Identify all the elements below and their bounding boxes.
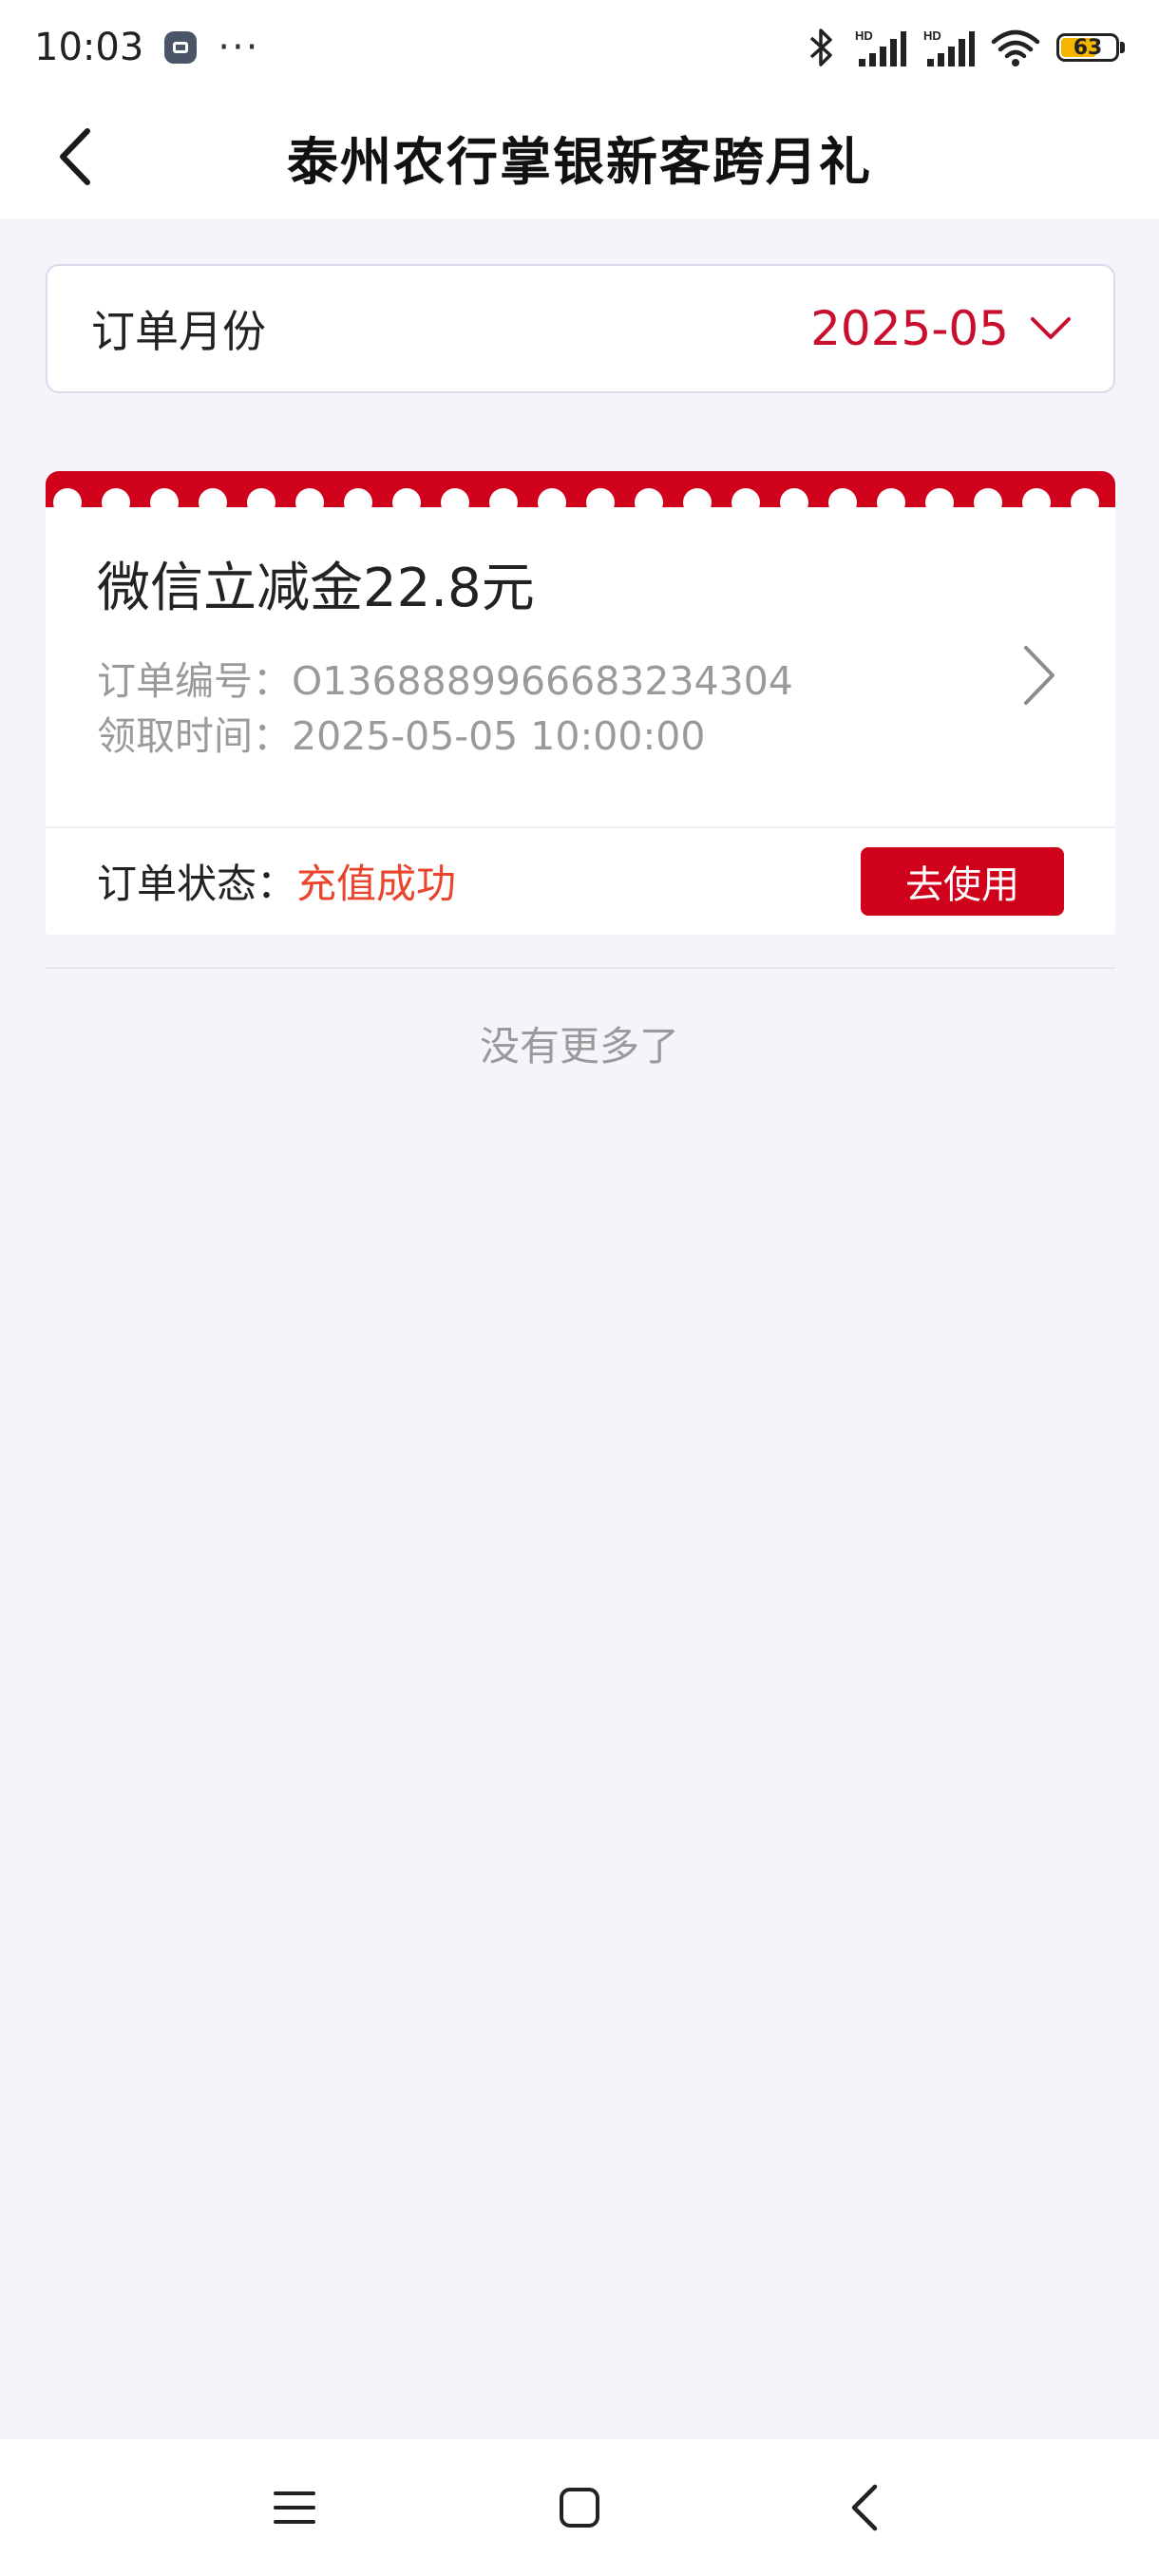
nav-header: 泰州农行掌银新客跨月礼 <box>0 95 1159 218</box>
band-scallop <box>102 488 130 517</box>
card-divider <box>46 826 1115 828</box>
band-scallop <box>683 488 712 517</box>
battery-icon: 63 <box>1056 33 1119 62</box>
band-scallop <box>877 488 905 517</box>
chevron-left-icon <box>60 128 90 185</box>
band-scallop <box>441 488 469 517</box>
order-number-row: 订单编号： O1368889966683234304 <box>97 653 793 709</box>
band-scallop <box>780 488 808 517</box>
order-number-value: O1368889966683234304 <box>292 658 793 704</box>
claim-time-value: 2025-05-05 10:00:00 <box>292 713 706 759</box>
card-decorative-band <box>46 471 1115 517</box>
home-icon <box>560 2488 599 2528</box>
band-scallop <box>1071 488 1099 517</box>
chevron-right-icon[interactable] <box>1013 642 1060 709</box>
month-label: 订单月份 <box>91 306 266 357</box>
band-scallop <box>150 488 179 517</box>
band-scallop <box>295 488 324 517</box>
order-status-value: 充值成功 <box>296 860 457 907</box>
order-info: 订单编号： O1368889966683234304 领取时间： 2025-05… <box>97 653 793 764</box>
signal-hd-icon: HD <box>855 28 906 66</box>
battery-level: 63 <box>1073 35 1103 60</box>
claim-time-label: 领取时间： <box>97 713 292 759</box>
month-value: 2025-05 <box>810 301 1009 356</box>
order-status: 订单状态： 充值成功 <box>97 847 456 914</box>
status-time: 10:03 <box>34 26 144 69</box>
signal-hd-icon: HD <box>923 28 975 66</box>
card-band-scallops <box>46 488 1115 517</box>
battery-group: 63 <box>1056 33 1125 62</box>
use-button[interactable]: 去使用 <box>861 847 1064 916</box>
list-end-text: 没有更多了 <box>479 1023 679 1070</box>
band-scallop <box>53 488 82 517</box>
band-scallop <box>199 488 227 517</box>
band-scallop <box>635 488 663 517</box>
signal-label: HD <box>855 28 873 43</box>
band-scallop <box>828 488 857 517</box>
bluetooth-icon <box>809 28 832 66</box>
band-scallop <box>538 488 566 517</box>
list-divider <box>46 967 1115 969</box>
band-scallop <box>925 488 954 517</box>
back-button[interactable] <box>38 119 114 195</box>
band-scallop <box>344 488 372 517</box>
band-scallop <box>586 488 615 517</box>
menu-icon <box>274 2491 315 2524</box>
signal-label: HD <box>923 28 941 43</box>
page: 10:03 ··· HD HD 63 泰州农行掌银新客跨月礼 订单月份 2025… <box>0 0 1159 2576</box>
order-status-label: 订单状态： <box>97 860 297 907</box>
more-dots: ··· <box>218 26 260 69</box>
nav-back-button[interactable] <box>822 2465 907 2550</box>
order-number-label: 订单编号： <box>97 658 292 704</box>
system-nav-bar <box>0 2439 1159 2576</box>
band-scallop <box>489 488 518 517</box>
band-scallop <box>732 488 760 517</box>
status-bar: 10:03 ··· HD HD 63 <box>0 0 1159 95</box>
page-title: 泰州农行掌银新客跨月礼 <box>287 131 872 192</box>
app-icon <box>164 31 198 64</box>
status-bar-left: 10:03 ··· <box>34 26 259 69</box>
nav-home-button[interactable] <box>537 2465 622 2550</box>
back-icon <box>851 2484 878 2531</box>
band-scallop <box>392 488 421 517</box>
wifi-icon <box>991 29 1040 66</box>
order-card[interactable]: 微信立减金22.8元 订单编号： O1368889966683234304 领取… <box>46 471 1115 935</box>
month-selector[interactable]: 订单月份 2025-05 <box>46 264 1115 393</box>
nav-menu-button[interactable] <box>252 2465 337 2550</box>
status-bar-right: HD HD 63 <box>806 27 1125 68</box>
band-scallop <box>974 488 1002 517</box>
claim-time-row: 领取时间： 2025-05-05 10:00:00 <box>97 709 793 764</box>
band-scallop <box>247 488 276 517</box>
order-title: 微信立减金22.8元 <box>97 558 535 619</box>
band-scallop <box>1022 488 1051 517</box>
month-value-group[interactable]: 2025-05 <box>810 301 1072 356</box>
chevron-down-icon <box>1031 317 1071 339</box>
